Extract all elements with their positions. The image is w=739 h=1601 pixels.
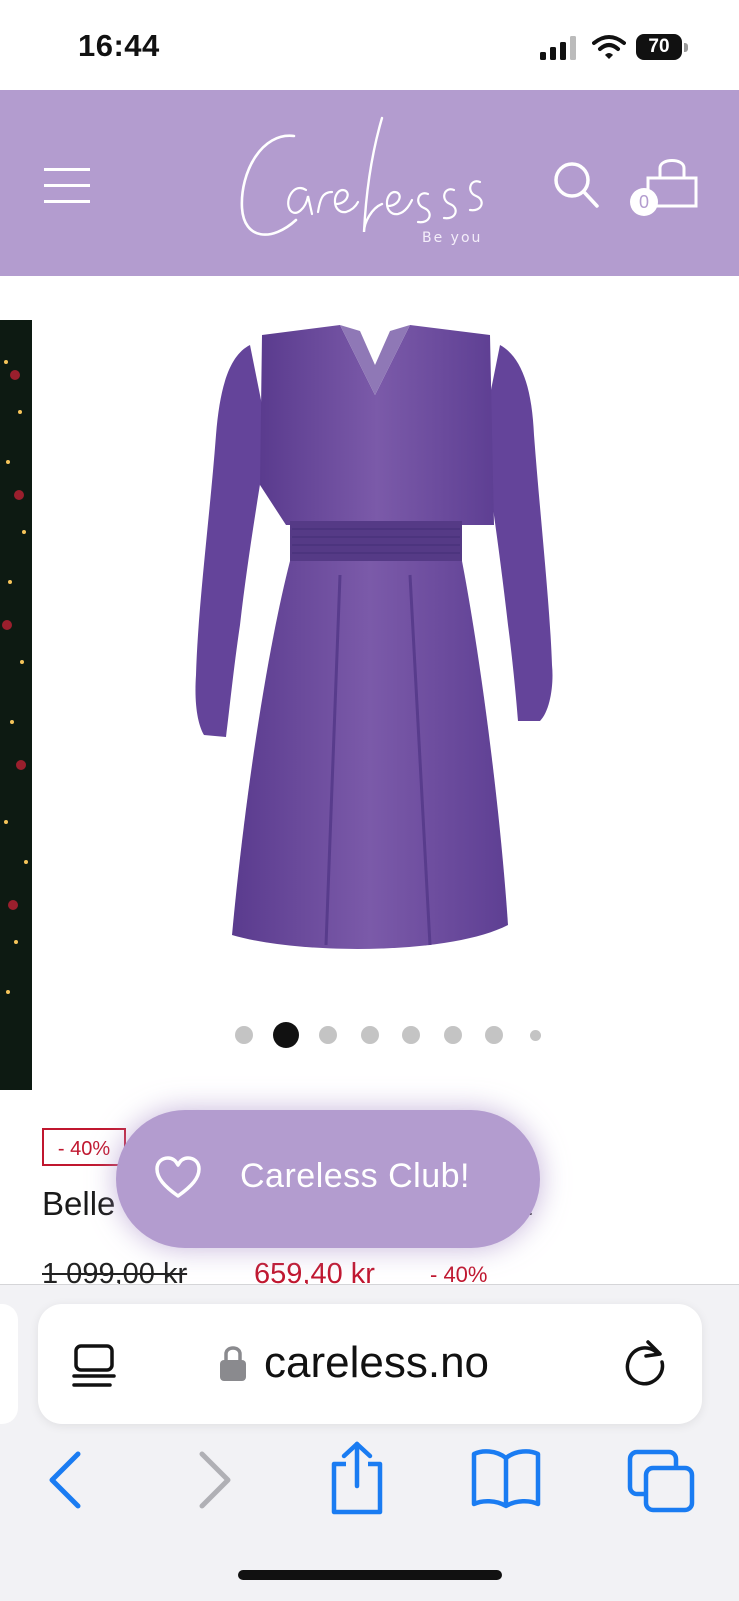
gallery-dot[interactable] (402, 1026, 420, 1044)
product-title-left: Belle (42, 1185, 116, 1222)
previous-tab-peek[interactable] (0, 1304, 18, 1424)
forward-icon[interactable] (194, 1448, 236, 1512)
reader-icon[interactable] (70, 1342, 118, 1390)
sale-price: 659,40 kr (254, 1258, 375, 1286)
address-bar[interactable]: careless.no (38, 1304, 702, 1424)
gallery-dot[interactable] (235, 1026, 253, 1044)
tabs-icon[interactable] (626, 1448, 696, 1514)
gallery-pagination (232, 1018, 552, 1048)
previous-image-peek[interactable] (0, 320, 32, 1090)
reload-icon[interactable] (620, 1338, 670, 1390)
careless-club-button[interactable]: Careless Club! (116, 1110, 540, 1248)
battery-icon: 70 (636, 34, 690, 60)
price-row: 1 099,00 kr 659,40 kr - 40% (42, 1258, 602, 1286)
club-button-label: Careless Club! (240, 1157, 470, 1195)
bookmarks-icon[interactable] (470, 1448, 542, 1510)
gallery-dot[interactable] (319, 1026, 337, 1044)
lock-icon (220, 1346, 246, 1381)
heart-icon (155, 1156, 201, 1198)
search-icon[interactable] (552, 160, 600, 210)
original-price: 1 099,00 kr (42, 1258, 188, 1286)
share-icon[interactable] (326, 1440, 388, 1516)
cart-count-badge: 0 (630, 188, 658, 216)
hamburger-menu-icon[interactable] (44, 166, 90, 206)
cart-button[interactable]: 0 (630, 156, 702, 220)
battery-level: 70 (636, 34, 682, 60)
brand-logo[interactable]: Be you (232, 112, 502, 252)
gallery-dot[interactable] (530, 1030, 541, 1041)
gallery-dot[interactable] (444, 1026, 462, 1044)
gallery-dot-active[interactable] (273, 1022, 299, 1048)
gallery-dot[interactable] (485, 1026, 503, 1044)
discount-badge: - 40% (42, 1128, 126, 1166)
brand-tagline: Be you (422, 230, 483, 246)
back-icon[interactable] (44, 1448, 86, 1512)
home-indicator[interactable] (238, 1570, 502, 1580)
signal-icon (540, 36, 576, 60)
status-time: 16:44 (78, 28, 160, 63)
url-text: careless.no (264, 1338, 490, 1387)
wifi-icon (592, 35, 626, 59)
product-image[interactable] (190, 325, 560, 975)
price-discount: - 40% (430, 1262, 488, 1286)
gallery-dot[interactable] (361, 1026, 379, 1044)
